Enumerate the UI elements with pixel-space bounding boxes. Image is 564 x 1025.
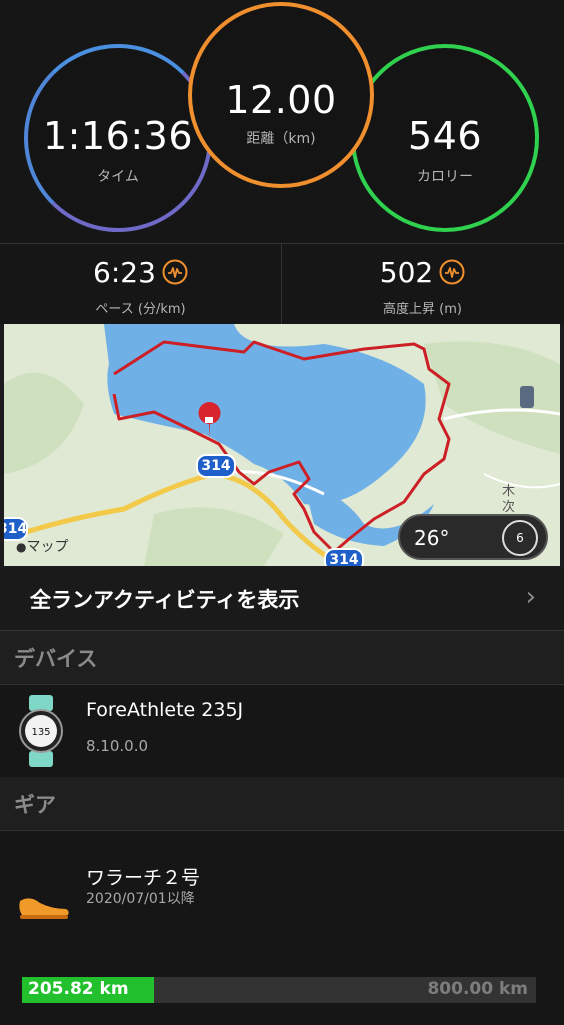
device-section-title: デバイス — [14, 647, 98, 671]
pace-label: ペース (分/km) — [95, 302, 186, 317]
elevation-stat[interactable]: 502 高度上昇 (m) — [282, 244, 563, 324]
gear-max-distance: 800.00 km — [427, 979, 528, 999]
maps-attribution: ●マップ — [16, 536, 68, 556]
device-name: ForeAthlete 235J — [86, 699, 244, 721]
apple-icon: ● — [16, 540, 27, 554]
wind-icon: 6 — [502, 520, 538, 556]
all-run-activities-link[interactable]: 全ランアクティビティを表示 › — [0, 568, 564, 631]
watch-display-value: 135 — [31, 727, 50, 738]
distance-ring: 12.00 距離（km) — [188, 2, 374, 188]
maps-attribution-text: マップ — [26, 539, 69, 555]
all-activities-label: 全ランアクティビティを表示 — [30, 588, 300, 612]
chevron-right-icon: › — [525, 582, 536, 612]
calories-label: カロリー — [417, 169, 473, 185]
time-value: 1:16:36 — [43, 114, 193, 158]
gear-section-title: ギア — [14, 793, 56, 817]
summary-rings: 1:16:36 タイム 546 カロリー 12.00 距離（km) — [0, 0, 564, 243]
road-label: 314 — [4, 521, 28, 537]
pace-stat[interactable]: 6:23 ペース (分/km) — [0, 244, 282, 324]
road-label: 314 — [201, 458, 231, 474]
distance-label: 距離（km) — [246, 131, 316, 147]
elevation-value: 502 — [379, 256, 434, 289]
gear-distance-bar: 205.82 km 800.00 km — [22, 977, 536, 1003]
chart-wave-icon — [439, 259, 465, 285]
gear-row[interactable]: ワラーチ２号 2020/07/01以降 205.82 km 800.00 km — [0, 830, 564, 1025]
road-shield-314-c: 314 — [324, 548, 364, 566]
route-map[interactable]: 314 314 314 木次 ●マップ 26° 6 — [4, 324, 560, 566]
wind-speed: 6 — [516, 531, 524, 545]
watch-icon: 135 — [19, 695, 63, 767]
device-row[interactable]: 135 ForeAthlete 235J 8.10.0.0 — [0, 684, 564, 778]
time-label: タイム — [97, 169, 139, 185]
device-version: 8.10.0.0 — [86, 737, 149, 755]
gear-since: 2020/07/01以降 — [86, 891, 195, 907]
gear-current-distance: 205.82 km — [28, 979, 129, 999]
road-label: 314 — [329, 552, 359, 566]
place-label: 木次 — [502, 484, 516, 515]
device-section-header: デバイス — [0, 631, 564, 683]
weather-pill[interactable]: 26° 6 — [398, 514, 548, 560]
gear-name: ワラーチ２号 — [86, 867, 201, 889]
time-ring: 1:16:36 タイム — [24, 44, 212, 232]
pace-value: 6:23 — [93, 256, 156, 289]
elevation-label: 高度上昇 (m) — [383, 302, 462, 317]
gear-section-header: ギア — [0, 777, 564, 829]
calories-value: 546 — [407, 114, 483, 158]
road-shield-314-a: 314 — [196, 454, 236, 478]
stats-row: 6:23 ペース (分/km) 502 高度上昇 (m) — [0, 243, 564, 324]
temperature: 26° — [414, 526, 450, 550]
shoe-icon — [19, 898, 69, 919]
chart-wave-icon — [162, 259, 188, 285]
distance-value: 12.00 — [225, 78, 337, 122]
calories-ring: 546 カロリー — [351, 44, 539, 232]
